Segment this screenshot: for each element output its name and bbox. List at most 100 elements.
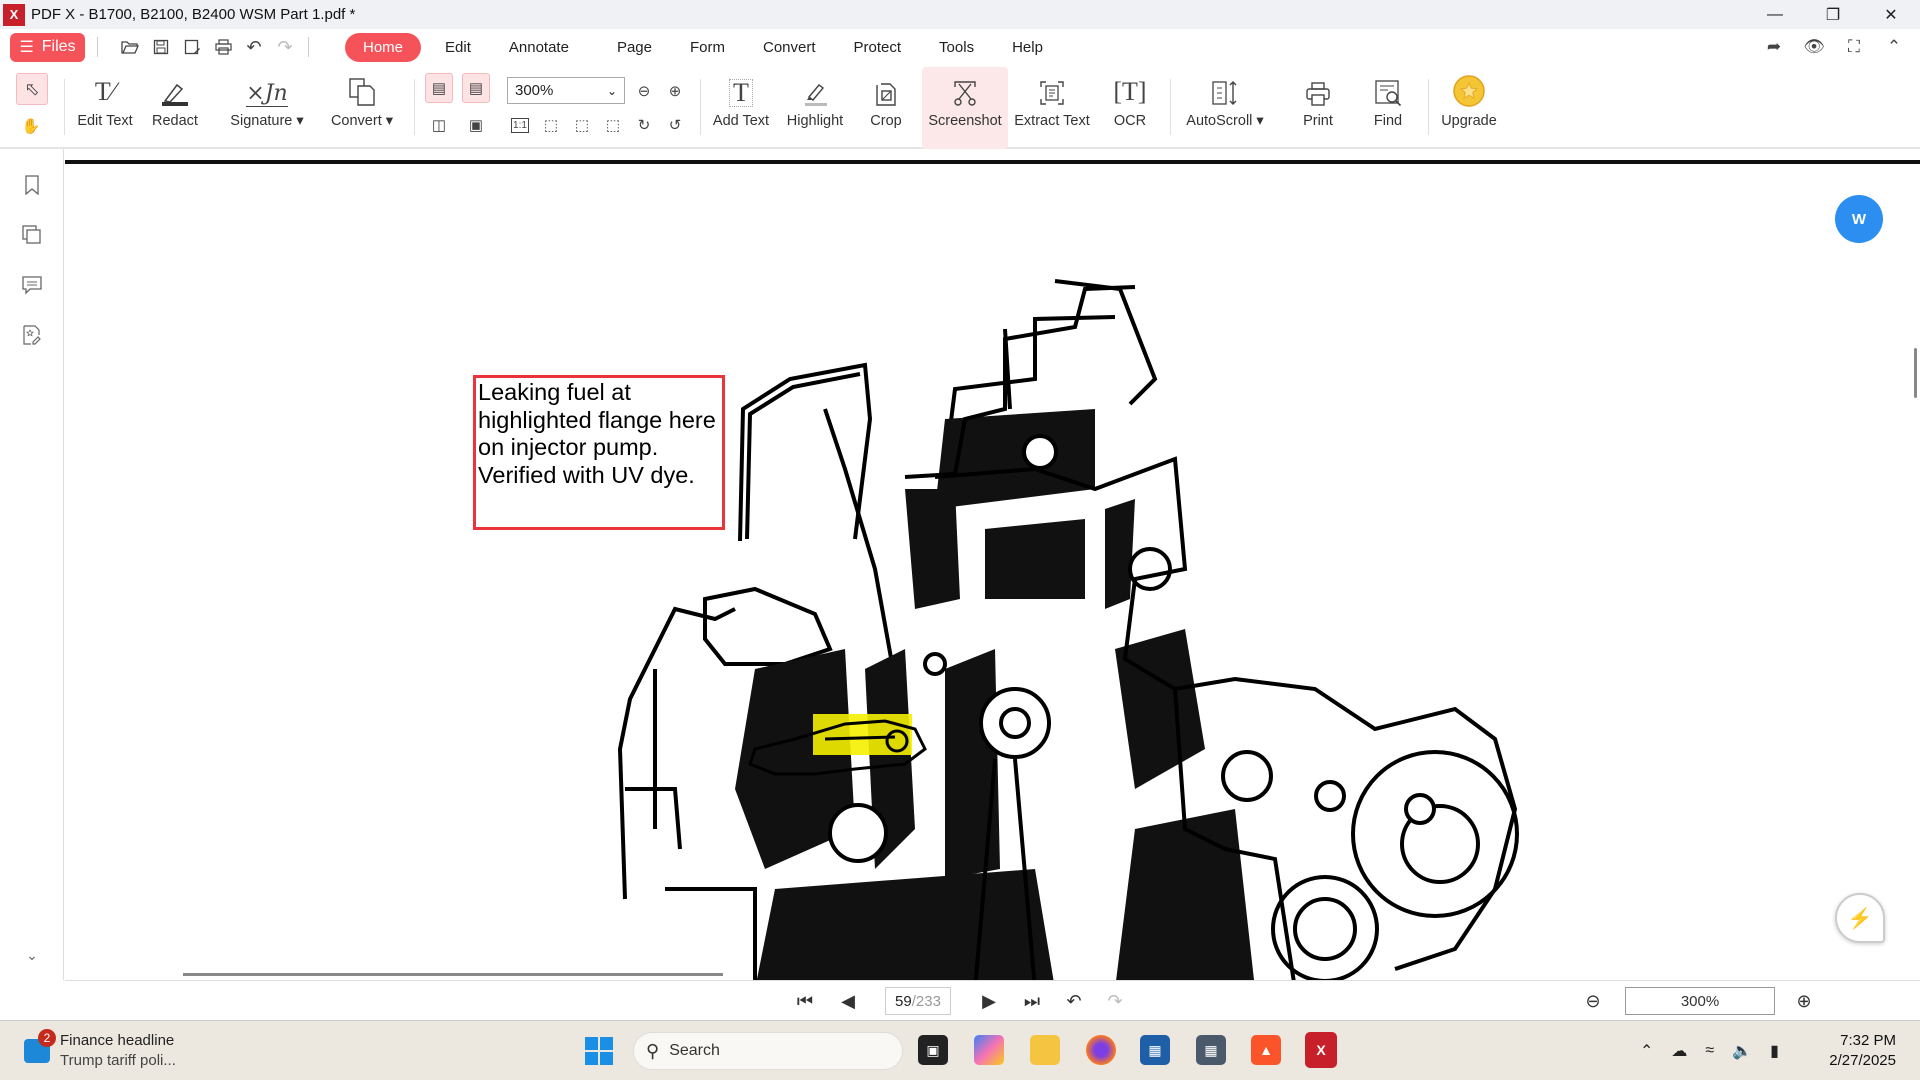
wifi-icon[interactable]: ≈ (1705, 1042, 1714, 1060)
show-hidden-icons-chevron[interactable]: ⌃ (1640, 1041, 1653, 1061)
left-sidebar: ⌄ (0, 149, 64, 980)
single-page-view-button[interactable]: ▤ (425, 73, 453, 103)
crop-button[interactable]: Crop (858, 73, 914, 145)
pdf-to-word-button[interactable]: W (1835, 195, 1883, 243)
brave-app[interactable]: ▲ (1251, 1035, 1281, 1065)
search-icon: ⚲ (646, 1040, 660, 1061)
undo-button[interactable]: ↶ (243, 36, 265, 58)
window-title: PDF X - B1700, B2100, B2400 WSM Part 1.p… (31, 6, 356, 23)
previous-view-button[interactable]: ↶ (1062, 989, 1086, 1013)
zoom-in-button[interactable]: ⊕ (662, 78, 688, 104)
edit-text-button[interactable]: T⁄ Edit Text (74, 73, 136, 145)
tab-form[interactable]: Form (690, 39, 725, 56)
close-button[interactable]: ✕ (1862, 0, 1920, 29)
autoscroll-label: AutoScroll ▾ (1186, 113, 1264, 129)
page-number-input[interactable]: 59/233 (885, 987, 951, 1015)
cover-page-button[interactable]: ▣ (463, 112, 489, 138)
hand-tool-button[interactable]: ✋ (18, 113, 44, 139)
files-button[interactable]: ☰ Files (10, 32, 85, 62)
print-button[interactable] (212, 36, 234, 58)
tab-tools[interactable]: Tools (939, 39, 974, 56)
fit-page-button[interactable]: ⬚ (538, 112, 564, 138)
tab-convert[interactable]: Convert (763, 39, 816, 56)
taskbar-search[interactable]: ⚲ Search (633, 1032, 903, 1070)
ocr-button[interactable]: [T] OCR (1100, 73, 1160, 145)
previous-page-button[interactable]: ◀ (836, 989, 860, 1013)
single-page-icon: ▤ (431, 80, 447, 97)
fit-width-button[interactable]: ⬚ (569, 112, 595, 138)
extract-text-button[interactable]: Extract Text (1012, 73, 1092, 145)
next-view-button[interactable]: ↷ (1103, 989, 1127, 1013)
print-ribbon-button[interactable]: Print (1290, 73, 1346, 145)
first-page-button[interactable]: ⏮ (793, 989, 817, 1013)
zoom-out-button[interactable]: ⊖ (631, 78, 657, 104)
comments-button[interactable] (20, 273, 44, 297)
start-button[interactable] (585, 1037, 613, 1065)
upgrade-button[interactable]: Upgrade (1436, 73, 1502, 145)
text-box-annotation[interactable]: Leaking fuel at highlighted flange here … (473, 375, 725, 530)
document-viewer[interactable]: Leaking fuel at highlighted flange here … (65, 149, 1920, 980)
find-button[interactable]: Find (1360, 73, 1416, 145)
zoom-dropdown[interactable]: 300% ⌄ (507, 77, 625, 104)
vertical-scrollbar[interactable] (1914, 348, 1917, 398)
tab-help[interactable]: Help (1012, 39, 1043, 56)
calculator-app[interactable]: ▦ (1196, 1035, 1226, 1065)
continuous-view-button[interactable]: ▤ (462, 73, 490, 103)
pdf-x-app[interactable]: X (1305, 1032, 1337, 1068)
ai-assistant-button[interactable]: ⚡ (1835, 893, 1885, 943)
screenshot-button[interactable]: Screenshot (922, 67, 1008, 149)
volume-icon[interactable]: 🔈 (1732, 1041, 1752, 1061)
microsoft-store-app[interactable]: ▦ (1140, 1035, 1170, 1065)
onedrive-offline-icon[interactable]: ☁ (1671, 1041, 1687, 1061)
share-icon[interactable]: ➦ (1754, 37, 1794, 57)
calculator-icon: ▦ (1204, 1041, 1218, 1058)
copilot-app[interactable] (974, 1035, 1004, 1065)
save-as-button[interactable] (181, 36, 203, 58)
next-page-button[interactable]: ▶ (977, 989, 1001, 1013)
fullscreen-icon[interactable]: ⛶ (1834, 37, 1874, 57)
task-view-app[interactable]: ▣ (918, 1035, 948, 1065)
horizontal-scrollbar[interactable] (183, 973, 723, 976)
firefox-app[interactable] (1086, 1035, 1116, 1065)
redo-button[interactable]: ↷ (274, 36, 296, 58)
battery-icon[interactable]: ▮ (1770, 1041, 1779, 1061)
add-text-label: Add Text (712, 113, 770, 129)
zoom-out-bottom-button[interactable]: ⊖ (1581, 989, 1605, 1013)
tab-protect[interactable]: Protect (854, 39, 902, 56)
highlight-button[interactable]: Highlight (782, 73, 848, 145)
news-widget[interactable]: 2 Finance headline Trump tariff poli... (24, 1029, 176, 1071)
previous-page-icon: ◀ (841, 990, 855, 1011)
tab-annotate[interactable]: Annotate (509, 39, 569, 56)
two-page-view-button[interactable]: ◫ (426, 112, 452, 138)
restore-button[interactable]: ❐ (1804, 0, 1862, 29)
file-explorer-app[interactable] (1030, 1035, 1060, 1065)
zoom-level-input[interactable]: 300% (1625, 987, 1775, 1015)
tab-home[interactable]: Home (345, 32, 422, 62)
signature-button[interactable]: ×Jn Signature ▾ (222, 73, 312, 145)
add-text-button[interactable]: T Add Text (708, 73, 774, 145)
rotate-counterclockwise-button[interactable]: ↺ (662, 112, 688, 138)
minimize-button[interactable]: — (1746, 0, 1804, 29)
collapse-ribbon-icon[interactable]: ⌃ (1874, 37, 1914, 57)
actual-size-button[interactable]: 1:1 (507, 112, 533, 138)
open-folder-button[interactable] (119, 36, 141, 58)
clock[interactable]: 7:32 PM 2/27/2025 (1829, 1031, 1896, 1071)
zoom-in-bottom-button[interactable]: ⊕ (1792, 989, 1816, 1013)
convert-button[interactable]: Convert ▾ (324, 73, 400, 145)
pages-button[interactable] (20, 223, 44, 247)
rotate-clockwise-button[interactable]: ↻ (631, 112, 657, 138)
fit-height-button[interactable]: ⬚ (600, 112, 626, 138)
tab-edit[interactable]: Edit (445, 39, 471, 56)
bookmarks-button[interactable] (20, 173, 44, 197)
crop-icon (873, 73, 899, 107)
read-mode-icon[interactable]: 👁 (1794, 37, 1834, 57)
redact-button[interactable]: Redact (146, 73, 204, 145)
autoscroll-button[interactable]: AutoScroll ▾ (1180, 73, 1270, 145)
select-tool-button[interactable]: ⬁ (16, 73, 48, 105)
page-navigation-bar: ⏮ ◀ 59/233 ▶ ⏭ ↶ ↷ ⊖ 300% ⊕ (65, 980, 1920, 1020)
signatures-panel-button[interactable] (20, 323, 44, 347)
sidebar-expand-button[interactable]: ⌄ (20, 943, 44, 967)
save-button[interactable] (150, 36, 172, 58)
tab-page[interactable]: Page (617, 39, 652, 56)
last-page-button[interactable]: ⏭ (1020, 989, 1044, 1013)
